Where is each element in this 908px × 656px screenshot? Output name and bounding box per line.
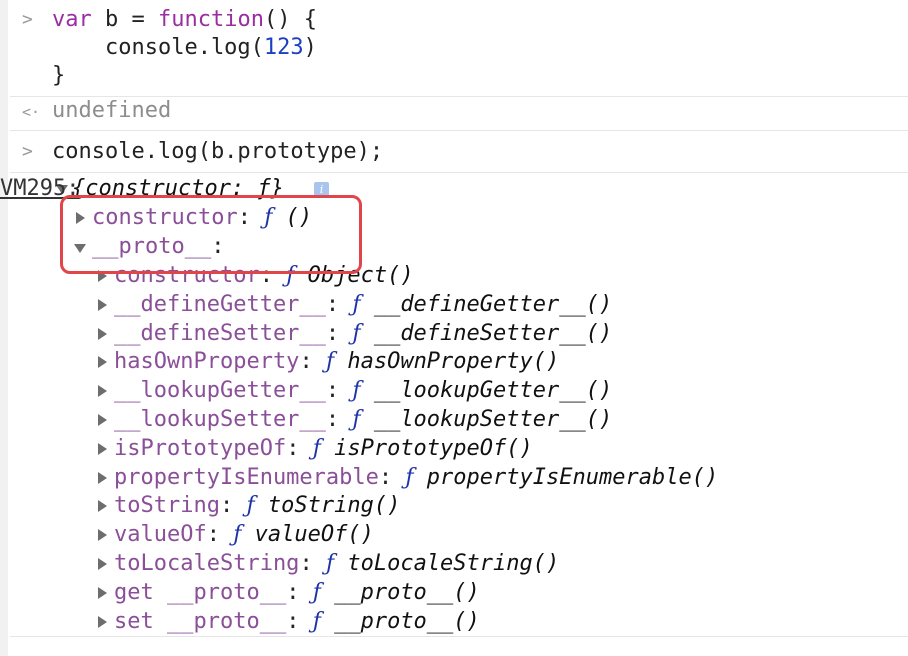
prop-sep: : xyxy=(286,435,313,461)
function-symbol: ƒ xyxy=(312,608,321,634)
code-text: b = xyxy=(91,7,158,32)
code-line-3: } xyxy=(52,63,66,88)
expand-triangle-icon[interactable] xyxy=(98,615,107,628)
prop-value: toLocaleString() xyxy=(334,551,560,576)
prop-sep: : xyxy=(219,493,247,519)
prop-key: __defineGetter__ xyxy=(114,291,326,317)
prop-value: __lookupGetter__() xyxy=(360,378,613,404)
prop-value: hasOwnProperty() xyxy=(334,349,560,375)
function-symbol: ƒ xyxy=(312,435,321,461)
prop-value: __lookupSetter__() xyxy=(360,407,613,432)
function-symbol: ƒ xyxy=(246,493,255,519)
prop-key: hasOwnProperty xyxy=(114,349,300,375)
code-line-console-log: console.log(b.prototype); xyxy=(52,139,384,164)
prop-key: __lookupSetter__ xyxy=(114,407,326,432)
code-text: () { xyxy=(263,7,317,32)
prop-key: toLocaleString xyxy=(114,551,300,576)
expand-triangle-icon[interactable] xyxy=(98,298,107,311)
expand-triangle-icon[interactable] xyxy=(98,471,107,484)
prop-key: isPrototypeOf xyxy=(114,435,287,461)
proto-item[interactable]: isPrototypeOf: ƒ isPrototypeOf() xyxy=(114,435,533,463)
back-arrow-icon: <· xyxy=(22,103,41,121)
function-symbol: ƒ xyxy=(352,407,361,432)
function-symbol: ƒ xyxy=(312,579,321,605)
highlight-box xyxy=(60,195,362,274)
proto-item[interactable]: toString: ƒ toString() xyxy=(114,492,400,520)
proto-item[interactable]: __defineSetter__: ƒ __defineSetter__() xyxy=(114,320,612,348)
prop-sep: : xyxy=(325,320,353,346)
prop-sep: : xyxy=(325,291,353,317)
prop-sep: : xyxy=(206,522,234,548)
prop-value: propertyIsEnumerable() xyxy=(413,464,719,490)
code-line-2: console.log(123) xyxy=(52,34,317,62)
expand-triangle-icon[interactable] xyxy=(98,356,107,369)
proto-item[interactable]: __defineGetter__: ƒ __defineGetter__() xyxy=(114,291,612,319)
keyword-var: var xyxy=(52,7,92,32)
input-prompt-icon: > xyxy=(22,141,33,162)
function-symbol: ƒ xyxy=(352,320,361,346)
function-symbol: ƒ xyxy=(352,378,361,404)
prop-value: __defineGetter__() xyxy=(360,291,613,317)
prop-key: valueOf xyxy=(114,522,207,548)
prop-value: __defineSetter__() xyxy=(360,320,613,346)
prop-value: __proto__() xyxy=(320,608,480,634)
proto-item[interactable]: toLocaleString: ƒ toLocaleString() xyxy=(114,550,559,578)
prop-key: get __proto__ xyxy=(114,579,287,605)
prop-sep: : xyxy=(286,608,313,634)
prop-value: isPrototypeOf() xyxy=(320,435,533,461)
code-text: ) xyxy=(303,35,317,60)
prop-sep: : xyxy=(299,349,326,375)
expand-triangle-icon[interactable] xyxy=(98,385,107,398)
result-undefined: undefined xyxy=(52,98,172,123)
prop-key: toString xyxy=(114,493,220,519)
prop-value: toString() xyxy=(254,493,401,519)
prop-value: __proto__() xyxy=(320,579,480,605)
prop-key: __defineSetter__ xyxy=(114,320,326,346)
expand-triangle-icon[interactable] xyxy=(98,586,107,599)
expand-triangle-icon[interactable] xyxy=(98,414,107,426)
code-line-1: var b = function() { xyxy=(52,6,317,34)
prop-key: set __proto__ xyxy=(114,608,287,634)
expand-triangle-icon[interactable] xyxy=(98,442,107,455)
prop-sep: : xyxy=(286,579,313,605)
prop-sep: : xyxy=(299,551,326,576)
keyword-function: function xyxy=(157,7,264,32)
function-symbol: ƒ xyxy=(405,464,414,490)
proto-item[interactable]: propertyIsEnumerable: ƒ propertyIsEnumer… xyxy=(114,464,718,492)
prop-value: valueOf() xyxy=(241,522,374,548)
proto-item[interactable]: __lookupGetter__: ƒ __lookupGetter__() xyxy=(114,377,612,405)
input-prompt-icon: > xyxy=(22,9,33,30)
entry-separator xyxy=(10,172,908,173)
entry-separator xyxy=(10,130,908,131)
code-text: console.log( xyxy=(52,35,264,60)
prop-key: __lookupGetter__ xyxy=(114,378,326,404)
expand-triangle-icon[interactable] xyxy=(98,529,107,542)
prop-key: propertyIsEnumerable xyxy=(114,464,379,490)
expand-triangle-icon[interactable] xyxy=(98,500,107,513)
console-gutter xyxy=(0,0,8,656)
function-symbol: ƒ xyxy=(325,349,335,375)
prop-sep: : xyxy=(325,407,353,432)
proto-item[interactable]: set __proto__: ƒ __proto__() xyxy=(114,608,480,636)
proto-item[interactable]: hasOwnProperty: ƒ hasOwnProperty() xyxy=(114,348,559,376)
proto-item[interactable]: valueOf: ƒ valueOf() xyxy=(114,521,374,549)
entry-separator xyxy=(10,636,908,637)
proto-item[interactable]: get __proto__: ƒ __proto__() xyxy=(114,579,480,607)
prop-sep: : xyxy=(378,464,406,490)
expand-triangle-icon[interactable] xyxy=(98,558,107,570)
prop-sep: : xyxy=(325,378,353,404)
function-symbol: ƒ xyxy=(352,291,361,317)
proto-item[interactable]: __lookupSetter__: ƒ __lookupSetter__() xyxy=(114,406,612,434)
function-symbol: ƒ xyxy=(325,551,335,576)
number-literal: 123 xyxy=(263,35,304,60)
expand-triangle-icon[interactable] xyxy=(98,327,107,340)
